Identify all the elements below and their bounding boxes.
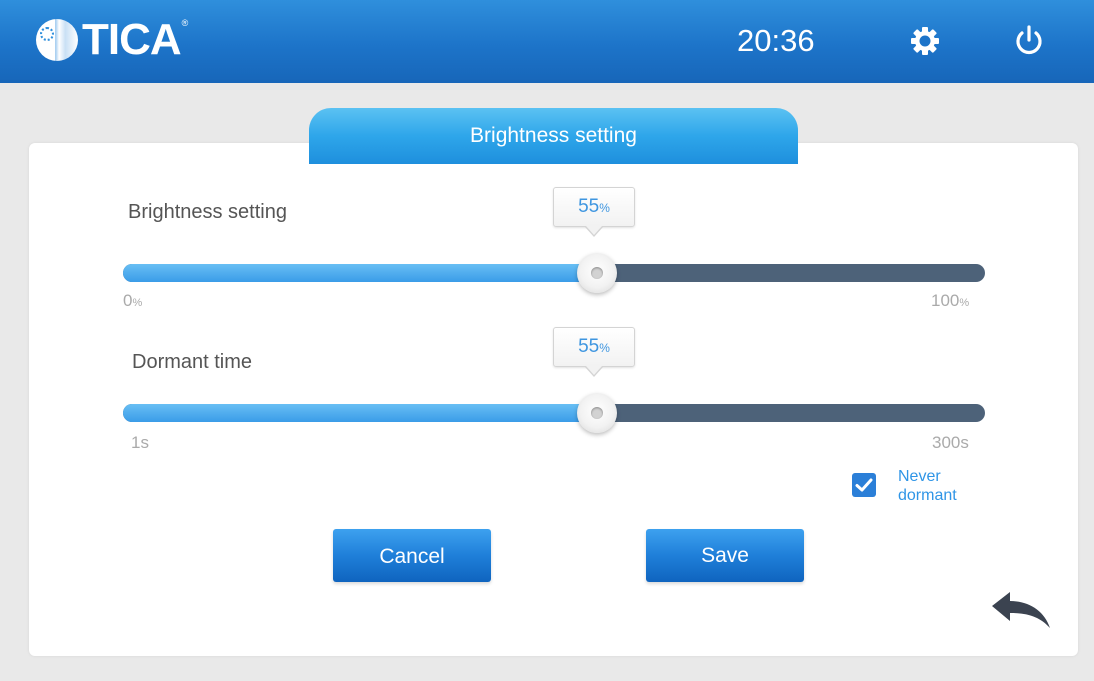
brightness-value-unit: % — [599, 201, 610, 215]
cancel-button[interactable]: Cancel — [333, 529, 491, 582]
dormant-time-label: Dormant time — [132, 351, 253, 373]
brand-logo: TICA ® — [36, 16, 188, 64]
dormant-slider-handle[interactable] — [577, 393, 618, 433]
never-dormant-label-line1: Never — [898, 468, 941, 485]
brightness-min-label: 0% — [123, 291, 142, 311]
brightness-value-bubble: 55% — [553, 187, 635, 237]
power-icon[interactable] — [1010, 22, 1048, 60]
back-arrow-icon[interactable] — [988, 588, 1052, 632]
brightness-slider-track[interactable] — [123, 264, 985, 282]
checkmark-icon — [855, 478, 873, 492]
dormant-slider-fill — [123, 404, 598, 422]
brightness-min-unit: % — [132, 297, 143, 309]
brightness-value: 55 — [578, 196, 600, 217]
brand-name: TICA — [82, 15, 182, 64]
registered-mark: ® — [181, 18, 189, 28]
brightness-max-label: 100% — [931, 291, 969, 311]
save-button[interactable]: Save — [646, 529, 804, 582]
never-dormant-checkbox[interactable] — [852, 473, 876, 497]
logo-mark-icon — [36, 19, 78, 61]
brightness-max-unit: % — [959, 297, 970, 309]
never-dormant-label-line2: dormant — [898, 487, 957, 504]
dormant-min-label: 1s — [131, 433, 149, 452]
settings-gear-icon[interactable] — [906, 22, 944, 60]
brightness-slider-fill — [123, 264, 598, 282]
brightness-max-value: 100 — [931, 291, 960, 310]
brightness-slider-handle[interactable] — [577, 253, 618, 293]
dormant-slider-track[interactable] — [123, 404, 985, 422]
brightness-label: Brightness setting — [128, 201, 287, 223]
never-dormant-label[interactable]: Never dormant — [898, 467, 988, 505]
clock-time: 20:36 — [737, 23, 815, 58]
dormant-max-label: 300s — [932, 433, 969, 452]
dormant-value-bubble: 55% — [553, 327, 635, 377]
dormant-value-unit: % — [599, 341, 610, 355]
panel-tab-title: Brightness setting — [309, 108, 798, 164]
dormant-value: 55 — [578, 336, 600, 357]
top-bar: TICA ® 20:36 — [0, 0, 1094, 83]
